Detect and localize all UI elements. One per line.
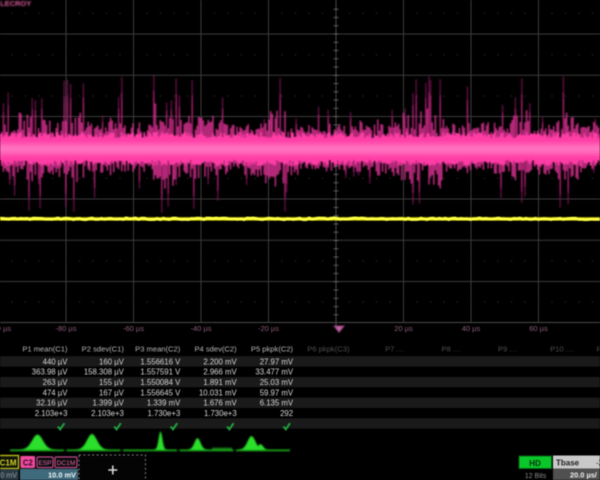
- svg-text:P2 sdev(C1): P2 sdev(C1): [82, 345, 125, 354]
- svg-text:32.16 µV: 32.16 µV: [36, 399, 68, 408]
- svg-text:20 µs: 20 µs: [394, 324, 413, 333]
- svg-text:10.0 mV: 10.0 mV: [0, 471, 17, 480]
- svg-text:40 µs: 40 µs: [462, 324, 481, 333]
- svg-text:1.676 mV: 1.676 mV: [203, 399, 237, 408]
- svg-text:1.557591 V: 1.557591 V: [140, 368, 181, 377]
- svg-text:1.891 mV: 1.891 mV: [203, 378, 237, 387]
- svg-text:59.97 mV: 59.97 mV: [260, 388, 294, 397]
- svg-text:-100 µs: -100 µs: [0, 324, 11, 333]
- svg-text:2.200 mV: 2.200 mV: [203, 357, 237, 366]
- svg-text:P4 sdev(C2): P4 sdev(C2): [194, 345, 237, 354]
- svg-text:LECROY: LECROY: [0, 0, 31, 8]
- svg-text:C2: C2: [23, 458, 34, 467]
- svg-text:1.730e+3: 1.730e+3: [204, 409, 237, 418]
- svg-text:27.97 mV: 27.97 mV: [260, 357, 294, 366]
- svg-text:440 µV: 440 µV: [43, 357, 69, 366]
- svg-text:P1 mean(C1): P1 mean(C1): [22, 345, 68, 354]
- svg-text:P5 pkpk(C2): P5 pkpk(C2): [251, 345, 294, 354]
- svg-text:2.103e+3: 2.103e+3: [91, 409, 124, 418]
- svg-text:60 µs: 60 µs: [529, 324, 548, 333]
- svg-text:P9 ....: P9 ....: [498, 345, 519, 354]
- svg-text:-40 µs: -40 µs: [191, 324, 212, 333]
- svg-text:2.103e+3: 2.103e+3: [35, 409, 68, 418]
- svg-text:P3 mean(C2): P3 mean(C2): [135, 345, 181, 354]
- svg-text:33.477 mV: 33.477 mV: [255, 368, 294, 377]
- svg-text:1.730e+3: 1.730e+3: [148, 409, 181, 418]
- svg-text:1.339 mV: 1.339 mV: [147, 399, 181, 408]
- svg-text:474 µV: 474 µV: [43, 388, 69, 397]
- svg-text:6.135 mV: 6.135 mV: [260, 399, 294, 408]
- svg-text:12 Bits: 12 Bits: [525, 473, 547, 480]
- svg-text:P10 ....: P10 ....: [550, 345, 575, 354]
- svg-text:10.0 mV: 10.0 mV: [48, 471, 76, 480]
- svg-text:20.0 µs/: 20.0 µs/: [570, 471, 597, 480]
- svg-text:10.031 mV: 10.031 mV: [199, 388, 238, 397]
- svg-text:P11: P11: [597, 345, 600, 354]
- svg-text:-20 µs: -20 µs: [258, 324, 279, 333]
- svg-text:292: 292: [280, 409, 293, 418]
- svg-text:P8 ....: P8 ....: [442, 345, 463, 354]
- svg-text:DC1M: DC1M: [0, 459, 17, 468]
- svg-text:167 µV: 167 µV: [99, 388, 125, 397]
- svg-text:P6 pkpk(C3): P6 pkpk(C3): [307, 345, 350, 354]
- svg-text:ESP: ESP: [38, 460, 52, 467]
- svg-text:1.550084 V: 1.550084 V: [140, 378, 181, 387]
- svg-text:363.98 µV: 363.98 µV: [32, 368, 69, 377]
- svg-text:Tbase: Tbase: [556, 458, 580, 467]
- svg-text:1.399 µV: 1.399 µV: [93, 399, 125, 408]
- svg-text:160 µV: 160 µV: [99, 357, 125, 366]
- svg-text:155 µV: 155 µV: [99, 378, 125, 387]
- svg-text:DC1M: DC1M: [57, 460, 76, 467]
- svg-text:-60 µs: -60 µs: [123, 324, 144, 333]
- svg-text:263 µV: 263 µV: [43, 378, 69, 387]
- svg-text:2.966 mV: 2.966 mV: [203, 368, 237, 377]
- svg-text:-2: -2: [596, 458, 600, 467]
- svg-text:158.308 µV: 158.308 µV: [84, 368, 125, 377]
- svg-text:25.03 mV: 25.03 mV: [260, 378, 294, 387]
- svg-text:-80 µs: -80 µs: [56, 324, 77, 333]
- svg-text:P7 ....: P7 ....: [385, 345, 406, 354]
- svg-text:1.556645 V: 1.556645 V: [140, 388, 181, 397]
- svg-text:HD: HD: [529, 459, 541, 468]
- svg-text:1.556616 V: 1.556616 V: [140, 357, 181, 366]
